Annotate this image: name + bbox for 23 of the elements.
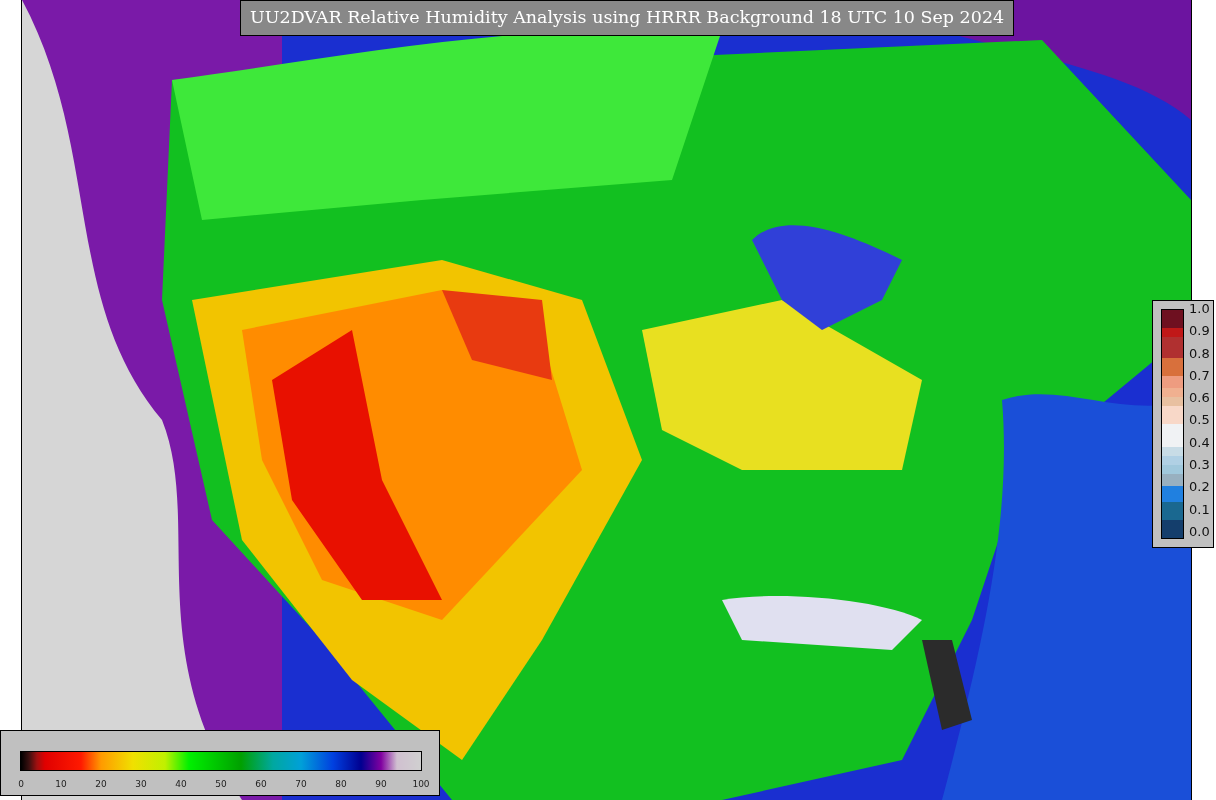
scale-label: 70	[295, 779, 307, 789]
scale-label: 90	[375, 779, 387, 789]
scale-label: 0.5	[1189, 412, 1210, 428]
scale-label: 20	[95, 779, 107, 789]
scale-label: 0.8	[1189, 345, 1210, 361]
map-title: UU2DVAR Relative Humidity Analysis using HRRR Background 18 UTC 10 Sep 2024	[240, 0, 1015, 36]
scale-label: 0.2	[1189, 479, 1210, 495]
scale-label: 10	[55, 779, 67, 789]
scale-label: 0.6	[1189, 390, 1210, 406]
scale-label: 60	[255, 779, 267, 789]
scale-label: 0.4	[1189, 434, 1210, 450]
scale-label: 0.0	[1189, 523, 1210, 539]
scale-label: 0.9	[1189, 323, 1210, 339]
scale-label: 40	[175, 779, 187, 789]
scale-label: 50	[215, 779, 227, 789]
scale-label: 0.1	[1189, 501, 1210, 517]
scale-label: 0.3	[1189, 457, 1210, 473]
scale-label: 30	[135, 779, 147, 789]
scale-label: 100	[412, 779, 430, 789]
scale-label: 1.0	[1189, 301, 1210, 316]
scale-label: 80	[335, 779, 347, 789]
scale-label: 0	[18, 779, 24, 789]
scale-label: 0.7	[1189, 367, 1210, 383]
